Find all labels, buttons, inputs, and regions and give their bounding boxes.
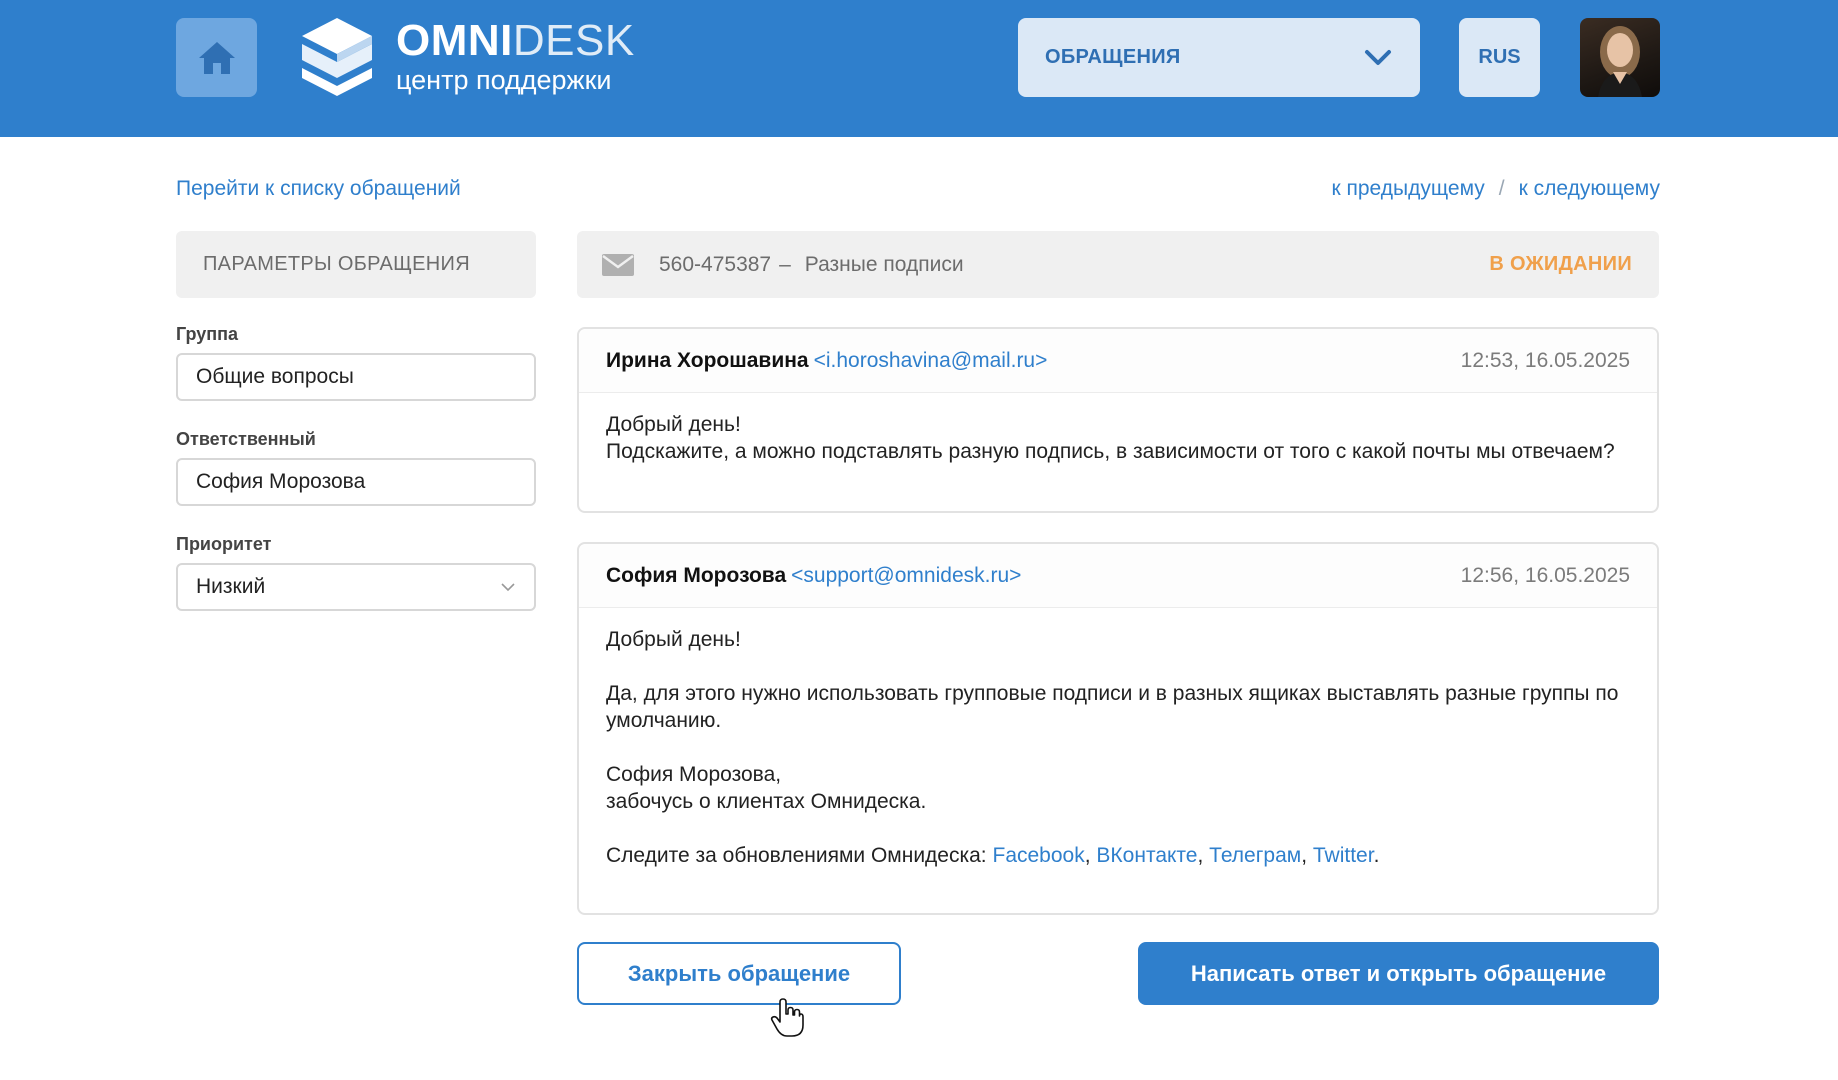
priority-label: Приоритет [176, 534, 272, 554]
message-card: Ирина Хорошавина <i.horoshavina@mail.ru>… [577, 327, 1659, 513]
omnidesk-logo-icon [302, 18, 372, 96]
vkontakte-link[interactable]: ВКонтакте [1096, 844, 1197, 867]
message-text: Да, для этого нужно использовать группов… [606, 682, 1619, 732]
telegram-link[interactable]: Телеграм [1209, 844, 1301, 867]
signature-role: забочусь о клиентах Омнидеска. [606, 790, 927, 813]
message-line: Добрый день! [606, 413, 741, 436]
section-dropdown-label: ОБРАЩЕНИЯ [1045, 46, 1181, 68]
ticket-subject: Разные подписи [804, 252, 964, 276]
language-button[interactable]: RUS [1459, 18, 1540, 97]
close-ticket-button[interactable]: Закрыть обращение [577, 942, 901, 1005]
message-header: Ирина Хорошавина <i.horoshavina@mail.ru>… [579, 329, 1657, 393]
link-comma: , [1197, 844, 1204, 867]
assignee-label: Ответственный [176, 429, 316, 449]
next-ticket-link[interactable]: к следующему [1519, 177, 1660, 201]
follow-text: Следите за обновлениями Омнидеска: [606, 844, 987, 867]
twitter-link[interactable]: Twitter [1313, 844, 1374, 867]
message-email[interactable]: <i.horoshavina@mail.ru> [814, 349, 1048, 373]
group-value: Общие вопросы [196, 365, 354, 388]
signature-name: София Морозова, [606, 763, 782, 786]
mail-icon [602, 253, 634, 276]
group-field[interactable]: Общие вопросы [176, 353, 536, 401]
avatar-image [1598, 26, 1642, 97]
priority-value: Низкий [196, 575, 266, 598]
message-body: Добрый день! Подскажите, а можно подстав… [579, 393, 1657, 465]
logo-title: OMNIDESK [396, 16, 635, 65]
message-time: 12:56, 16.05.2025 [1460, 563, 1630, 587]
facebook-link[interactable]: Facebook [993, 844, 1085, 867]
reply-open-button[interactable]: Написать ответ и открыть обращение [1138, 942, 1659, 1005]
message-email[interactable]: <support@omnidesk.ru> [791, 564, 1021, 588]
priority-select[interactable]: Низкий [176, 563, 536, 611]
omnidesk-logo[interactable]: OMNIDESK центр поддержки [300, 16, 635, 98]
home-button[interactable] [176, 18, 257, 97]
group-label: Группа [176, 324, 239, 344]
link-comma: , [1301, 844, 1308, 867]
params-title: ПАРАМЕТРЫ ОБРАЩЕНИЯ [176, 231, 536, 298]
message-line: Подскажите, а можно подставлять разную п… [606, 440, 1615, 463]
logo-subtitle: центр поддержки [396, 65, 612, 95]
message-time: 12:53, 16.05.2025 [1460, 348, 1630, 372]
assignee-value: София Морозова [196, 470, 366, 493]
ticket-number: 560-475387 [659, 252, 772, 276]
message-card: София Морозова <support@omnidesk.ru> 12:… [577, 542, 1659, 915]
home-icon [198, 41, 235, 74]
message-header: София Морозова <support@omnidesk.ru> 12:… [579, 544, 1657, 608]
ticket-dash: – [779, 252, 791, 276]
chevron-down-icon [501, 583, 515, 592]
ticket-header: 560-475387 – Разные подписи В ОЖИДАНИИ [577, 231, 1659, 298]
user-avatar[interactable] [1580, 18, 1660, 97]
message-body: Добрый день! Да, для этого нужно использ… [579, 608, 1657, 869]
message-author: София Морозова [606, 563, 787, 587]
pager-separator: / [1498, 177, 1505, 200]
back-to-list-link[interactable]: Перейти к списку обращений [176, 177, 461, 201]
prev-ticket-link[interactable]: к предыдущему [1331, 177, 1484, 201]
status-badge: В ОЖИДАНИИ [1489, 253, 1632, 275]
link-period: . [1373, 844, 1380, 867]
hand-cursor-icon [770, 998, 804, 1037]
section-dropdown[interactable]: ОБРАЩЕНИЯ [1018, 18, 1420, 97]
chevron-down-icon [1365, 49, 1391, 65]
link-comma: , [1084, 844, 1091, 867]
signature-follow: Следите за обновлениями Омнидеска: Faceb… [606, 842, 1630, 869]
ticket-pager: к предыдущему / к следующему [1331, 177, 1660, 201]
assignee-field[interactable]: София Морозова [176, 458, 536, 506]
message-greeting: Добрый день! [606, 628, 741, 651]
top-header: OMNIDESK центр поддержки ОБРАЩЕНИЯ RUS [0, 0, 1838, 137]
message-author: Ирина Хорошавина [606, 348, 809, 372]
